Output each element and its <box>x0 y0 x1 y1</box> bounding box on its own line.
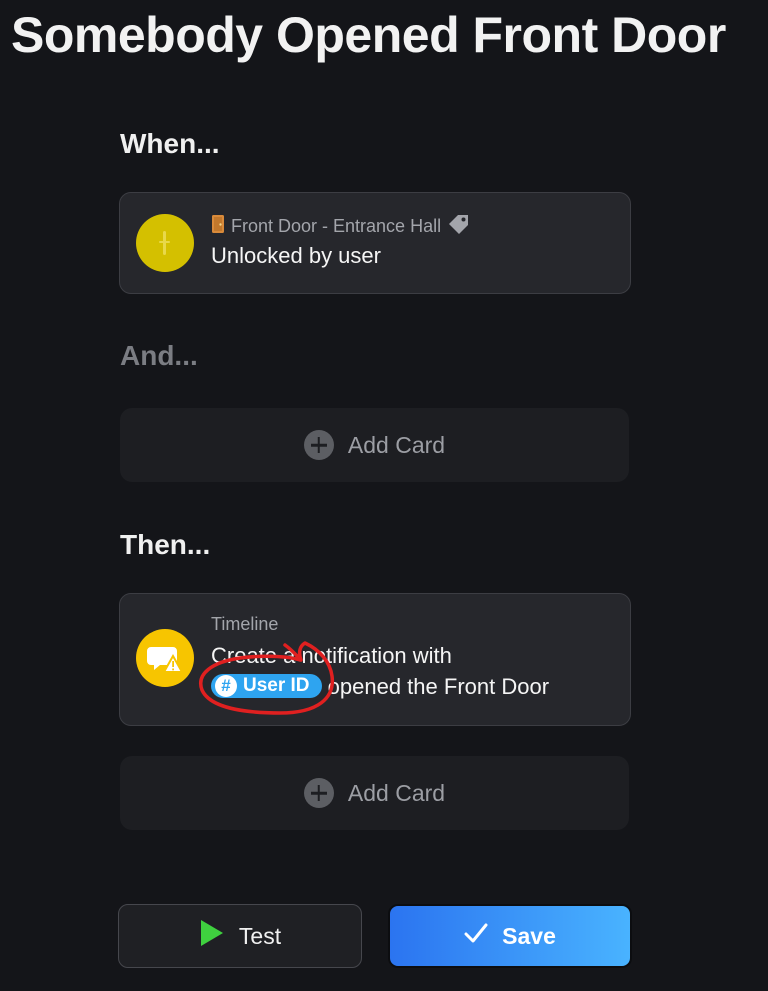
plus-circle-icon <box>303 778 334 808</box>
user-id-token[interactable]: # User ID <box>211 674 322 699</box>
device-name: Front Door - Entrance Hall <box>231 216 442 236</box>
tag-icon <box>447 213 471 240</box>
then-card[interactable]: Timeline Create a notification with # Us… <box>119 593 631 726</box>
then-card-text-suffix: opened the Front Door <box>327 674 550 699</box>
test-button-label: Test <box>238 922 282 949</box>
add-card-label: Add Card <box>347 779 446 806</box>
when-card-text: Unlocked by user <box>211 243 381 268</box>
add-card-label: Add Card <box>347 431 446 458</box>
then-label: Then... <box>120 529 211 560</box>
token-label: User ID <box>243 675 310 697</box>
and-label: And... <box>120 340 198 371</box>
then-add-card-button[interactable]: Add Card <box>120 756 629 830</box>
test-button[interactable]: Test <box>118 904 362 968</box>
when-label: When... <box>120 128 220 159</box>
flow-title[interactable]: Somebody Opened Front Door <box>11 6 726 64</box>
plus-circle-icon <box>303 430 334 460</box>
checkmark-icon <box>464 922 488 950</box>
save-button-label: Save <box>502 922 556 949</box>
then-card-app: Timeline <box>211 614 279 634</box>
save-button[interactable]: Save <box>388 904 632 968</box>
then-card-text-line1: Create a notification with <box>211 643 452 668</box>
when-card[interactable]: Front Door - Entrance Hall Unlocked by u… <box>119 192 631 294</box>
then-card-text-line2: # User ID opened the Front Door <box>211 674 549 700</box>
when-card-device: Front Door - Entrance Hall <box>211 213 471 240</box>
notification-icon <box>136 629 194 687</box>
hash-icon: # <box>215 675 237 698</box>
and-add-card-button[interactable]: Add Card <box>120 408 629 482</box>
annotation-circle <box>199 641 335 715</box>
lock-icon <box>136 214 194 272</box>
flow-editor: Somebody Opened Front Door When... Front… <box>0 0 768 991</box>
door-icon <box>211 214 225 239</box>
play-icon <box>199 918 225 954</box>
